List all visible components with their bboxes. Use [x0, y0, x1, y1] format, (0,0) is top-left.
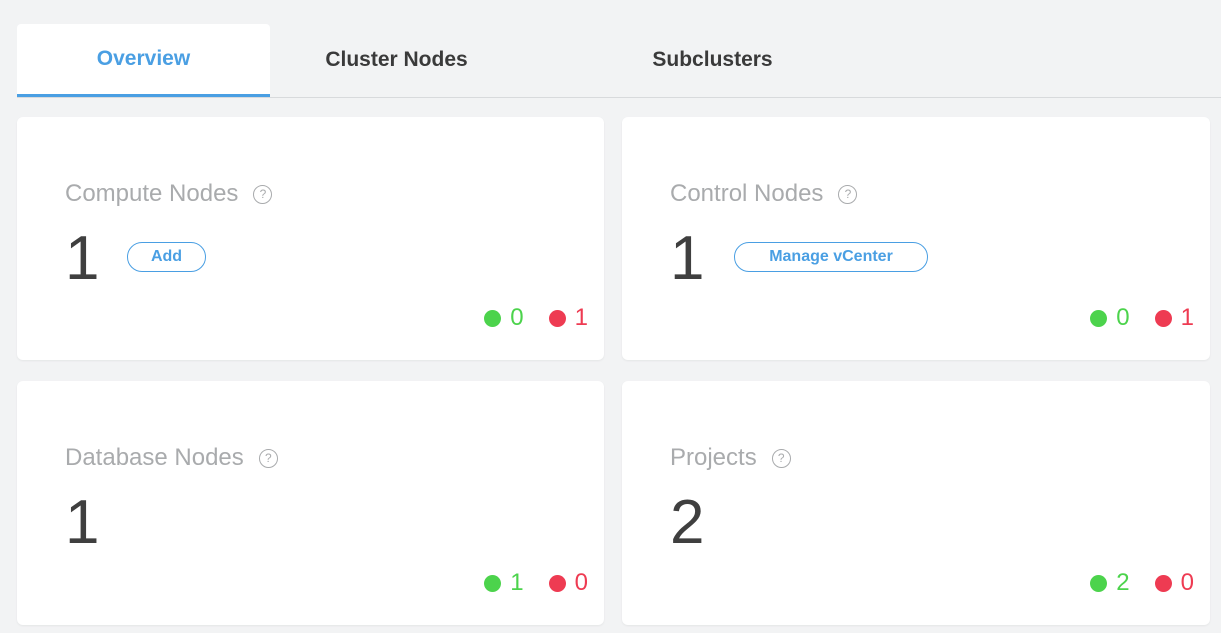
- help-icon[interactable]: ?: [838, 184, 858, 204]
- red-dot-icon: [1154, 574, 1172, 592]
- ok-count: 2: [1116, 569, 1130, 596]
- bad-count: 1: [574, 304, 588, 331]
- compute-nodes-status: 0 1: [484, 304, 588, 332]
- red-dot-icon: [1154, 309, 1172, 327]
- control-nodes-title-row: Control Nodes ?: [670, 179, 858, 209]
- card-title: Projects: [670, 444, 757, 471]
- green-dot-icon: [484, 574, 502, 592]
- control-nodes-status: 0 1: [1090, 304, 1194, 332]
- compute-nodes-count: 1: [65, 224, 100, 293]
- manage-vcenter-button[interactable]: Manage vCenter: [734, 242, 928, 272]
- tab-subclusters[interactable]: Subclusters: [586, 24, 839, 96]
- add-compute-node-button[interactable]: Add: [127, 242, 206, 272]
- projects-status: 2 0: [1090, 569, 1194, 597]
- card-title: Database Nodes: [65, 444, 244, 471]
- ok-status: 2: [1090, 569, 1130, 597]
- bad-count: 0: [1180, 569, 1194, 596]
- projects-count: 2: [670, 488, 705, 557]
- help-icon[interactable]: ?: [253, 184, 273, 204]
- ok-status: 0: [484, 304, 524, 332]
- red-dot-icon: [548, 574, 566, 592]
- bad-count: 0: [574, 569, 588, 596]
- ok-count: 1: [510, 569, 524, 596]
- bad-status: 1: [548, 304, 588, 332]
- green-dot-icon: [1090, 574, 1108, 592]
- database-nodes-title-row: Database Nodes ?: [65, 443, 278, 473]
- control-nodes-card: Control Nodes ? 1 Manage vCenter 0 1: [622, 117, 1210, 360]
- card-title: Control Nodes: [670, 180, 824, 207]
- projects-card: Projects ? 2 2 0: [622, 381, 1210, 625]
- compute-nodes-card: Compute Nodes ? 1 Add 0 1: [17, 117, 604, 360]
- help-icon[interactable]: ?: [771, 448, 791, 468]
- compute-nodes-title-row: Compute Nodes ?: [65, 179, 273, 209]
- control-nodes-count: 1: [670, 224, 705, 293]
- projects-title-row: Projects ?: [670, 443, 791, 473]
- card-title: Compute Nodes: [65, 180, 239, 207]
- ok-status: 1: [484, 569, 524, 597]
- green-dot-icon: [484, 309, 502, 327]
- bad-count: 1: [1180, 304, 1194, 331]
- ok-count: 0: [510, 304, 524, 331]
- database-nodes-card: Database Nodes ? 1 1 0: [17, 381, 604, 625]
- help-icon[interactable]: ?: [258, 448, 278, 468]
- ok-status: 0: [1090, 304, 1130, 332]
- red-dot-icon: [548, 309, 566, 327]
- database-nodes-status: 1 0: [484, 569, 588, 597]
- bad-status: 0: [1154, 569, 1194, 597]
- tab-overview[interactable]: Overview: [17, 24, 270, 97]
- bad-status: 1: [1154, 304, 1194, 332]
- green-dot-icon: [1090, 309, 1108, 327]
- ok-count: 0: [1116, 304, 1130, 331]
- tab-cluster-nodes[interactable]: Cluster Nodes: [270, 24, 523, 96]
- bad-status: 0: [548, 569, 588, 597]
- tab-bar: Overview Cluster Nodes Subclusters: [17, 24, 1221, 98]
- database-nodes-count: 1: [65, 488, 100, 557]
